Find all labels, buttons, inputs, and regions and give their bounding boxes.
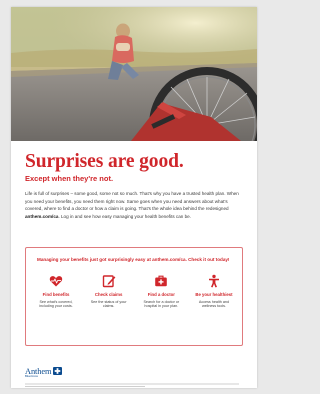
headline: Surprises are good. bbox=[25, 151, 184, 172]
callout-cta: Managing your benefits just got surprisi… bbox=[37, 257, 230, 262]
feature-be-healthiest: Be your healthiest Access health and wel… bbox=[188, 274, 240, 309]
heart-pulse-icon bbox=[49, 276, 63, 287]
blue-cross-icon bbox=[53, 367, 63, 375]
hero-photo bbox=[11, 7, 257, 141]
doctor-bag-icon bbox=[155, 275, 168, 287]
feature-title: Check claims bbox=[94, 292, 123, 297]
fine-print bbox=[25, 383, 243, 388]
feature-description: See what's covered, including your costs… bbox=[39, 299, 73, 309]
feature-title: Find benefits bbox=[42, 292, 70, 297]
body-paragraph: Life is full of surprises – some good, s… bbox=[25, 190, 241, 220]
feature-description: Search for a doctor or hospital in your … bbox=[143, 299, 180, 309]
feature-title: Be your healthiest bbox=[195, 292, 233, 297]
logo-subtitle: BlueCross bbox=[25, 374, 38, 378]
feature-check-claims: Check claims See the status of your clai… bbox=[83, 274, 135, 309]
person-wellness-icon bbox=[208, 274, 219, 288]
subheadline: Except when they're not. bbox=[25, 174, 114, 183]
feature-title: Find a doctor bbox=[147, 292, 175, 297]
feature-find-doctor: Find a doctor Search for a doctor or hos… bbox=[135, 274, 187, 309]
flyer-page: Surprises are good. Except when they're … bbox=[11, 7, 257, 388]
feature-list: Find benefits See what's covered, includ… bbox=[30, 274, 240, 309]
feature-find-benefits: Find benefits See what's covered, includ… bbox=[30, 274, 82, 309]
edit-document-icon bbox=[102, 275, 116, 288]
feature-description: Access health and wellness tools. bbox=[198, 299, 230, 309]
body-text-start: Life is full of surprises – some good, s… bbox=[25, 191, 239, 212]
anthem-link[interactable]: anthem.com/ca bbox=[25, 214, 58, 219]
fine-print-lines bbox=[25, 383, 239, 387]
feature-description: See the status of your claims. bbox=[90, 299, 127, 309]
body-text-end: . Log in and see how easy managing your … bbox=[58, 213, 191, 219]
benefits-callout-box: Managing your benefits just got surprisi… bbox=[25, 247, 243, 346]
